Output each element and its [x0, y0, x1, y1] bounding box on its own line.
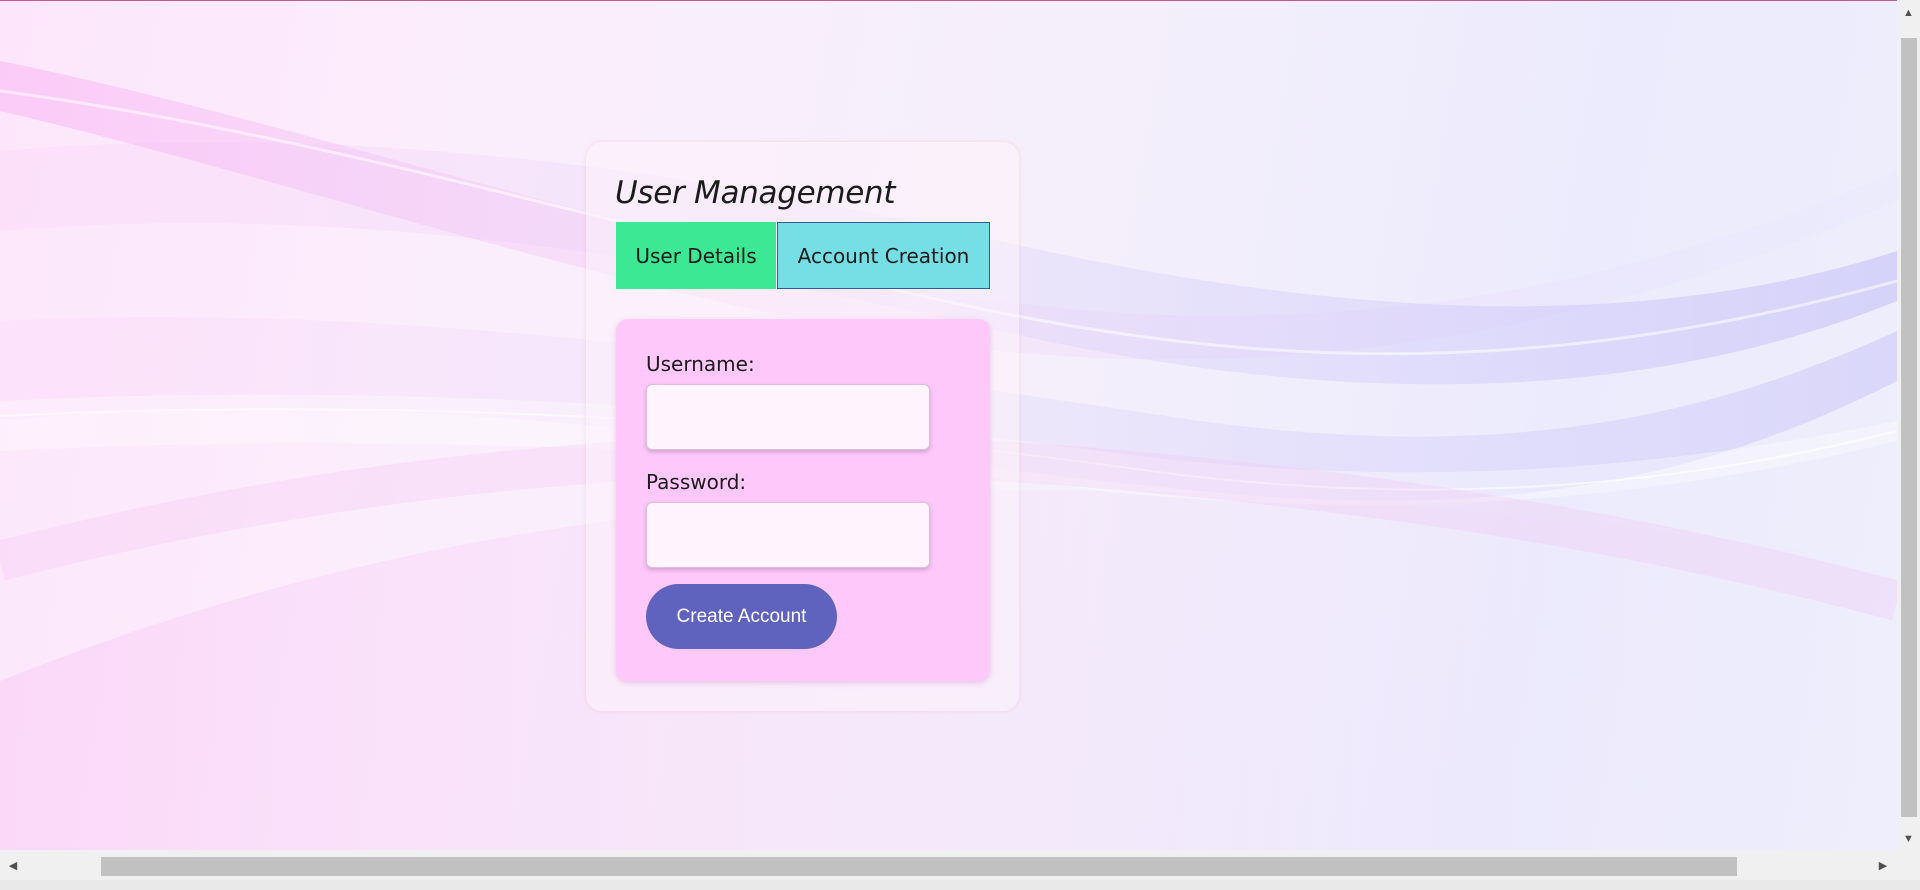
password-input[interactable]: [646, 502, 930, 568]
vertical-scrollbar[interactable]: ▲ ▼: [1897, 0, 1920, 850]
scroll-up-icon[interactable]: ▲: [1897, 2, 1920, 24]
vertical-scroll-thumb[interactable]: [1901, 38, 1917, 817]
horizontal-scroll-thumb[interactable]: [101, 857, 1737, 876]
scroll-right-icon[interactable]: ▶: [1872, 850, 1894, 880]
horizontal-scrollbar[interactable]: ◀ ▶: [0, 850, 1897, 880]
user-management-card: User Management User Details Account Cre…: [586, 142, 1019, 711]
password-label: Password:: [646, 470, 747, 494]
scroll-left-icon[interactable]: ◀: [2, 850, 24, 880]
tab-account-creation[interactable]: Account Creation: [777, 222, 990, 289]
tab-user-details[interactable]: User Details: [616, 222, 776, 289]
scroll-down-icon[interactable]: ▼: [1897, 828, 1920, 850]
username-label: Username:: [646, 352, 755, 376]
page-viewport: User Management User Details Account Cre…: [0, 1, 1897, 850]
window-bottom-strip: [0, 880, 1920, 890]
create-account-button[interactable]: Create Account: [646, 584, 837, 649]
page-title: User Management: [615, 175, 896, 211]
username-input[interactable]: [646, 384, 930, 450]
scrollbar-corner: [1897, 850, 1920, 880]
account-creation-form: Username: Password: Create Account: [616, 319, 990, 681]
